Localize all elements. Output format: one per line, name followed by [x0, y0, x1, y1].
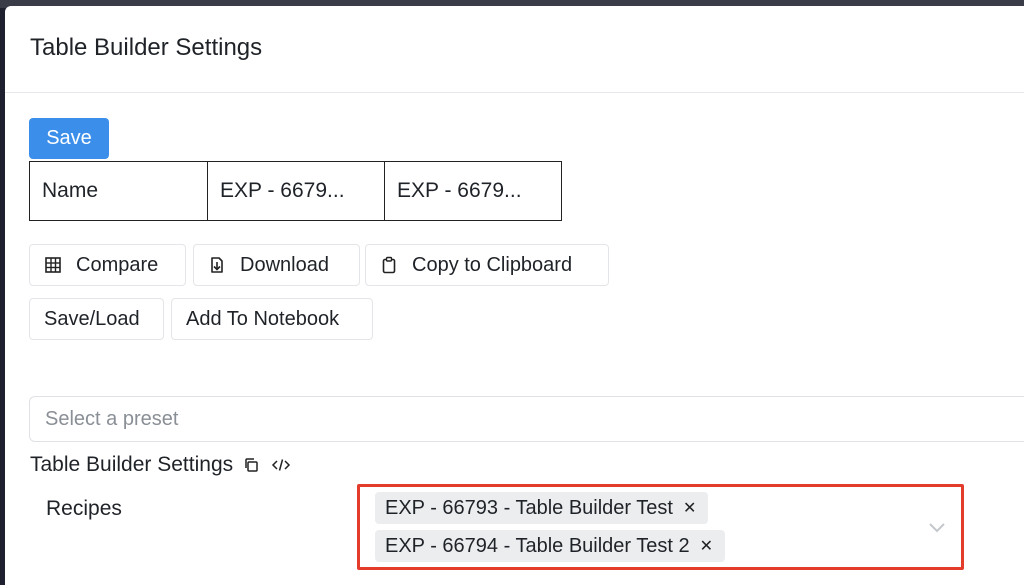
name-table: Name EXP - 6679... EXP - 6679...: [29, 161, 562, 221]
save-button[interactable]: Save: [29, 118, 109, 159]
remove-chip-icon[interactable]: ✕: [683, 498, 696, 518]
recipes-label: Recipes: [46, 497, 122, 520]
recipe-column-2-cell: EXP - 6679...: [397, 179, 522, 202]
modal-header: Table Builder Settings: [5, 6, 1024, 93]
preset-placeholder: Select a preset: [45, 407, 179, 430]
chevron-down-icon[interactable]: [927, 520, 947, 534]
recipe-chip-label: EXP - 66794 - Table Builder Test 2: [385, 534, 690, 557]
settings-label: Table Builder Settings: [30, 453, 234, 476]
settings-section-header: Table Builder Settings: [30, 453, 291, 477]
recipes-multiselect[interactable]: EXP - 66793 - Table Builder Test ✕ EXP -…: [357, 484, 964, 570]
remove-chip-icon[interactable]: ✕: [700, 536, 713, 556]
table-grid-icon: [45, 257, 61, 273]
recipe-chip: EXP - 66794 - Table Builder Test 2 ✕: [375, 530, 726, 562]
name-header-cell: Name: [30, 162, 208, 220]
recipe-column-1-cell: EXP - 6679...: [208, 162, 385, 220]
compare-label: Compare: [76, 253, 159, 276]
download-icon: [211, 257, 223, 273]
recipe-chip-label: EXP - 66793 - Table Builder Test: [385, 496, 673, 519]
recipe-chip: EXP - 66793 - Table Builder Test ✕: [375, 492, 709, 524]
add-to-notebook-button[interactable]: Add To Notebook: [171, 298, 373, 340]
table-builder-settings-modal: Table Builder Settings Save Name EXP - 6…: [5, 6, 1024, 585]
code-icon[interactable]: [271, 457, 291, 473]
clipboard-icon: [382, 256, 396, 274]
download-button[interactable]: Download: [193, 244, 360, 286]
copy-icon[interactable]: [243, 457, 259, 473]
download-label: Download: [240, 253, 329, 276]
preset-select[interactable]: Select a preset: [29, 396, 1024, 442]
modal-title: Table Builder Settings: [30, 34, 263, 61]
save-load-button[interactable]: Save/Load: [29, 298, 164, 340]
compare-button[interactable]: Compare: [29, 244, 186, 286]
copy-to-clipboard-button[interactable]: Copy to Clipboard: [365, 244, 609, 286]
copy-label: Copy to Clipboard: [412, 253, 573, 276]
